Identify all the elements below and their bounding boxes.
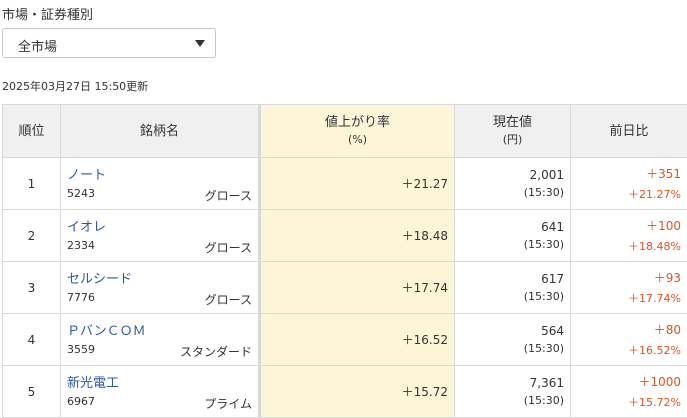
rate-cell: ＋18.48 [260,210,455,262]
header-rate[interactable]: 値上がり率 (%) [260,105,455,158]
price-time: (15:30) [461,394,564,407]
stock-name-link[interactable]: ＰバンＣＯＭ [67,320,252,339]
change-percent: ＋18.48% [577,238,681,254]
ranking-table: 順位 銘柄名 値上がり率 (%) 現在値 (円) 前日比 1 ノート 5243グ… [2,104,687,418]
market-segment: グロース [205,239,252,256]
name-cell: セルシード 7776 グロース [61,262,260,314]
market-select-value: 全市場 [18,36,57,55]
caret-down-icon [195,40,205,47]
price-time: (15:30) [461,238,564,251]
header-rank: 順位 [3,105,61,158]
price-time: (15:30) [461,342,564,355]
price-cell: 617 (15:30) [455,262,571,314]
table-row: 5 新光電工 6967 プライム ＋15.72 7,361 (15:30) ＋10… [3,366,687,418]
market-segment: スタンダード [180,343,252,360]
change-value: ＋100 [577,217,681,234]
price-cell: 2,001 (15:30) [455,158,571,210]
change-value: ＋1000 [577,373,681,390]
market-filter-label: 市場・証券種別 [2,4,93,23]
table-row: 2 イオレ 2334 グロース ＋18.48 641 (15:30) ＋100 ＋… [3,210,687,262]
rank-cell: 1 [3,158,61,210]
price-value: 7,361 [461,376,564,390]
name-cell: ＰバンＣＯＭ 3559 スタンダード [61,314,260,366]
stock-code: 5243 [67,187,95,204]
rate-cell: ＋16.52 [260,314,455,366]
table-row: 1 ノート 5243 グロース ＋21.27 2,001 (15:30) ＋351… [3,158,687,210]
name-cell: イオレ 2334 グロース [61,210,260,262]
table-row: 4 ＰバンＣＯＭ 3559 スタンダード ＋16.52 564 (15:30) ＋… [3,314,687,366]
price-value: 2,001 [461,168,564,182]
change-cell: ＋93 ＋17.74% [571,262,687,314]
change-value: ＋80 [577,321,681,338]
market-segment: グロース [205,187,252,204]
change-value: ＋351 [577,165,681,182]
stock-name-link[interactable]: ノート [67,164,252,183]
rank-cell: 5 [3,366,61,418]
rank-cell: 3 [3,262,61,314]
price-value: 564 [461,324,564,338]
stock-code: 3559 [67,343,95,360]
header-name: 銘柄名 [61,105,260,158]
change-percent: ＋15.72% [577,394,681,410]
stock-code: 7776 [67,291,95,308]
name-cell: ノート 5243 グロース [61,158,260,210]
market-segment: グロース [205,291,252,308]
stock-name-link[interactable]: 新光電工 [67,372,252,391]
stock-code: 6967 [67,395,95,412]
updated-timestamp: 2025年03月27日 15:50更新 [2,78,148,94]
price-value: 617 [461,272,564,286]
change-cell: ＋1000 ＋15.72% [571,366,687,418]
change-percent: ＋17.74% [577,290,681,306]
price-cell: 564 (15:30) [455,314,571,366]
change-percent: ＋16.52% [577,342,681,358]
rank-cell: 4 [3,314,61,366]
rank-cell: 2 [3,210,61,262]
table-row: 3 セルシード 7776 グロース ＋17.74 617 (15:30) ＋93 … [3,262,687,314]
stock-code: 2334 [67,239,95,256]
change-value: ＋93 [577,269,681,286]
market-select[interactable]: 全市場 [2,28,216,58]
market-segment: プライム [204,395,252,412]
name-cell: 新光電工 6967 プライム [61,366,260,418]
price-cell: 641 (15:30) [455,210,571,262]
change-cell: ＋351 ＋21.27% [571,158,687,210]
price-time: (15:30) [461,290,564,303]
stock-name-link[interactable]: イオレ [67,216,252,235]
change-cell: ＋80 ＋16.52% [571,314,687,366]
table-header-row: 順位 銘柄名 値上がり率 (%) 現在値 (円) 前日比 [3,105,687,158]
rate-cell: ＋21.27 [260,158,455,210]
price-time: (15:30) [461,186,564,199]
header-price: 現在値 (円) [455,105,571,158]
change-percent: ＋21.27% [577,186,681,202]
rate-cell: ＋15.72 [260,366,455,418]
header-change: 前日比 [571,105,687,158]
price-cell: 7,361 (15:30) [455,366,571,418]
rate-cell: ＋17.74 [260,262,455,314]
stock-name-link[interactable]: セルシード [67,268,252,287]
change-cell: ＋100 ＋18.48% [571,210,687,262]
price-value: 641 [461,220,564,234]
